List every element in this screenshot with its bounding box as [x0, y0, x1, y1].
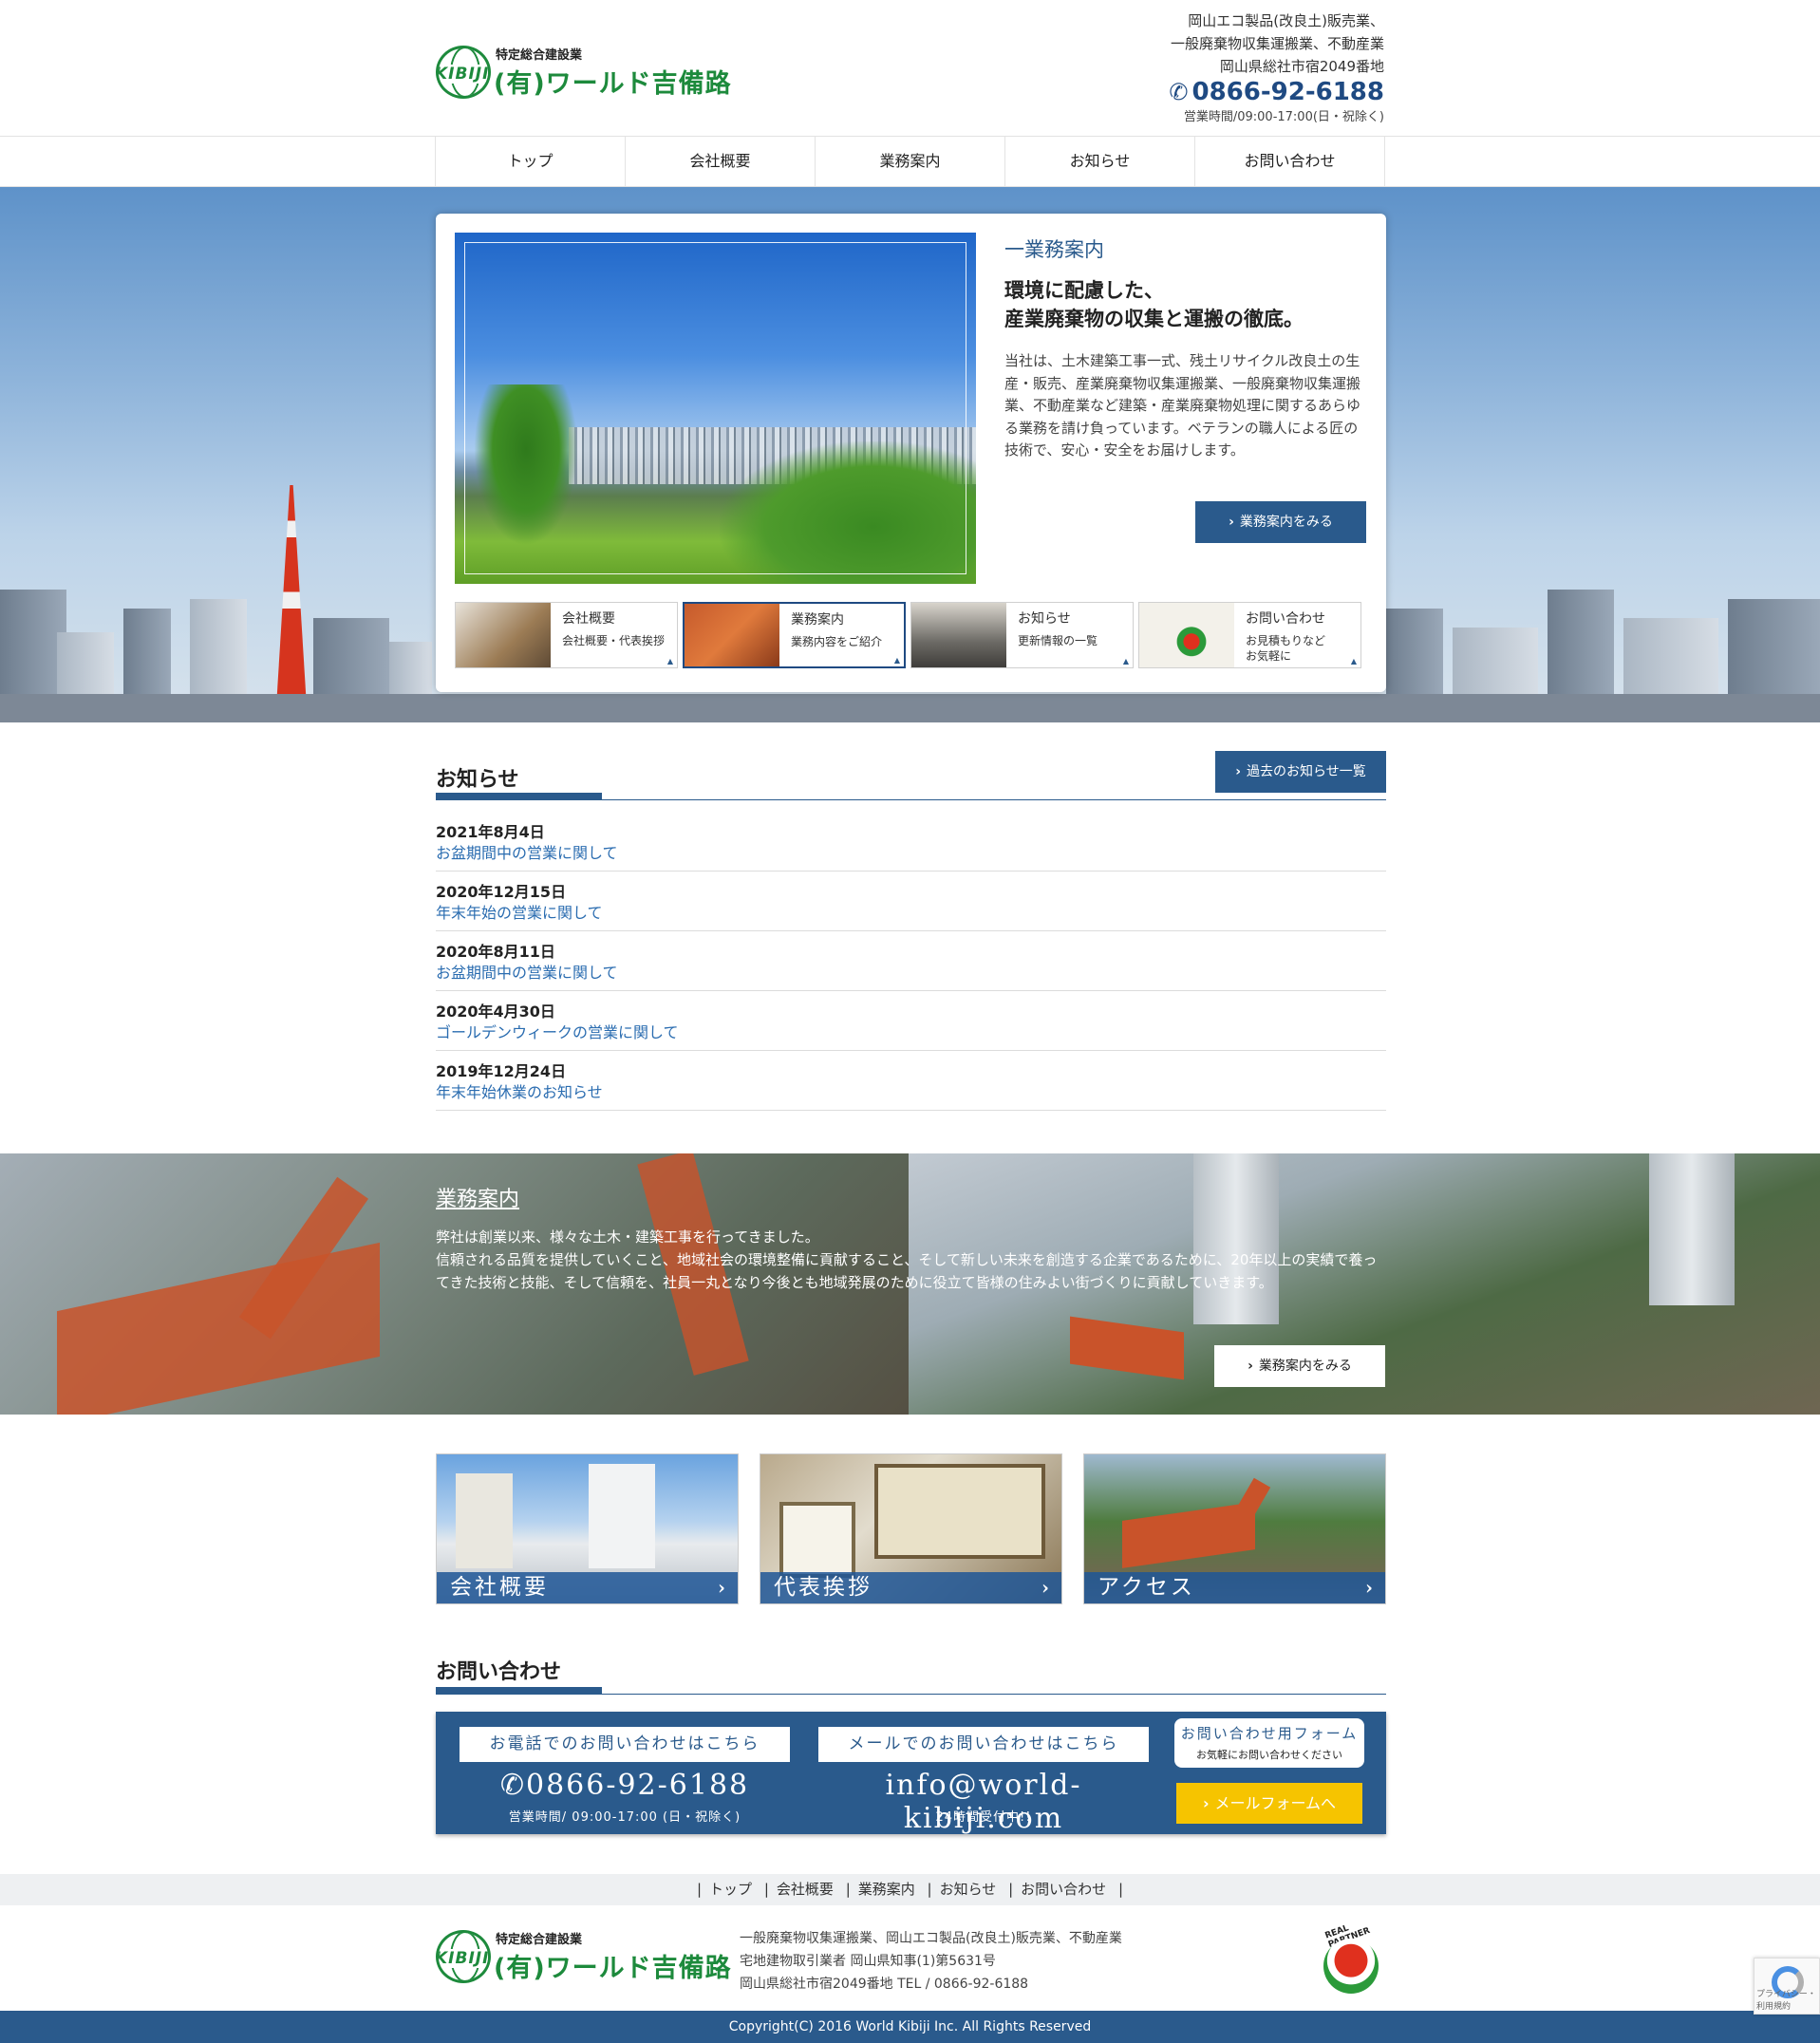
title-underline: [436, 1687, 1386, 1695]
news-link[interactable]: お盆期間中の営業に関して: [436, 844, 618, 862]
triangle-icon: ▲: [893, 656, 900, 665]
globe-icon: KIBIJI: [436, 46, 491, 99]
quick-links: 会社概要 会社概要・代表挨拶 ▲ 業務案内 業務内容をご紹介 ▲ お知らせ 更新情報の…: [455, 602, 1361, 668]
contact-section: お問い合わせ お電話でのお問い合わせはこちら ✆0866-92-6188 営業時…: [436, 1655, 1386, 1835]
site-logo[interactable]: KIBIJI 特定総合建設業 (有)ワールド吉備路: [436, 45, 732, 100]
title-underline: [436, 793, 1386, 800]
triangle-icon: ▲: [666, 657, 673, 665]
triangle-icon: ▲: [1350, 657, 1357, 665]
news-item: 2020年8月11日 お盆期間中の営業に関して: [436, 931, 1386, 991]
tile-company[interactable]: 会社概要 ›: [436, 1453, 739, 1604]
real-partner-badge: REAL PARTNER: [1318, 1921, 1384, 1997]
contact-title: お問い合わせ: [436, 1659, 562, 1684]
news-item: 2019年12月24日 年末年始休業のお知らせ: [436, 1051, 1386, 1111]
bird-logo-icon: [1323, 1939, 1379, 1994]
quick-link-service[interactable]: 業務案内 業務内容をご紹介 ▲: [683, 602, 906, 668]
service-banner-button[interactable]: › 業務案内をみる: [1214, 1345, 1385, 1387]
footer-nav-contact[interactable]: お問い合わせ: [1021, 1881, 1106, 1898]
phone-label: お電話でのお問い合わせはこちら: [460, 1727, 790, 1762]
phone-hours: 営業時間/ 09:00-17:00 (日・祝除く): [508, 1810, 741, 1825]
intro-lead: 環境に配慮した、 産業廃棄物の収集と運搬の徹底。: [1004, 278, 1304, 330]
chevron-right-icon: ›: [1202, 1794, 1210, 1812]
quick-link-company[interactable]: 会社概要 会社概要・代表挨拶 ▲: [455, 602, 678, 668]
news-item: 2020年12月15日 年末年始の営業に関して: [436, 872, 1386, 931]
nav-item-service[interactable]: 業務案内: [816, 137, 1005, 186]
footer-nav-top[interactable]: トップ: [709, 1881, 752, 1898]
phone-icon: ✆: [1169, 79, 1189, 105]
form-label: お問い合わせ用フォーム お気軽にお問い合わせください: [1174, 1718, 1364, 1768]
chevron-right-icon: ›: [718, 1576, 728, 1599]
quick-link-contact[interactable]: お問い合わせ お見積もりなど お気軽に ▲: [1138, 602, 1361, 668]
globe-icon: KIBIJI: [436, 1930, 491, 1983]
nav-item-contact[interactable]: お問い合わせ: [1195, 137, 1385, 186]
global-nav: トップ 会社概要 業務案内 お知らせ お問い合わせ: [0, 136, 1820, 187]
footer-nav-service[interactable]: 業務案内: [858, 1881, 915, 1898]
chevron-right-icon: ›: [1365, 1576, 1376, 1599]
news-archive-button[interactable]: › 過去のお知らせ一覧: [1215, 751, 1386, 793]
footer-nav-news[interactable]: お知らせ: [940, 1881, 997, 1898]
tile-access[interactable]: アクセス ›: [1083, 1453, 1386, 1604]
header-info: 岡山エコ製品(改良土)販売業、 一般廃棄物収集運搬業、不動産業 岡山県総社市宿2…: [1169, 9, 1384, 129]
news-title: お知らせ: [436, 767, 519, 792]
site-header: KIBIJI 特定総合建設業 (有)ワールド吉備路 岡山エコ製品(改良土)販売業…: [0, 0, 1820, 136]
contact-box: お電話でのお問い合わせはこちら ✆0866-92-6188 営業時間/ 09:0…: [436, 1712, 1386, 1835]
news-section: お知らせ › 過去のお知らせ一覧 2021年8月4日 お盆期間中の営業に関して 2…: [436, 751, 1386, 1111]
news-link[interactable]: お盆期間中の営業に関して: [436, 964, 618, 982]
nav-item-company[interactable]: 会社概要: [626, 137, 816, 186]
mail-hours: 24時間受付中!!: [935, 1810, 1032, 1825]
footer-info: 一般廃棄物収集運搬業、岡山エコ製品(改良土)販売業、不動産業 宅地建物取引業者 …: [740, 1931, 1122, 1992]
news-link[interactable]: 年末年始休業のお知らせ: [436, 1083, 603, 1101]
feature-tiles: 会社概要 › 代表挨拶 › アクセス ›: [436, 1453, 1386, 1604]
chevron-right-icon: ›: [1041, 1576, 1052, 1599]
chevron-right-icon: ›: [1229, 515, 1234, 530]
service-title[interactable]: 業務案内: [436, 1182, 519, 1212]
quick-link-news[interactable]: お知らせ 更新情報の一覧 ▲: [910, 602, 1134, 668]
phone-icon: ✆: [499, 1769, 526, 1802]
intro-section-label: 一業務案内: [1004, 238, 1104, 261]
news-link[interactable]: 年末年始の営業に関して: [436, 904, 603, 922]
contact-mail[interactable]: info@world-kibiji.com: [818, 1769, 1149, 1835]
news-item: 2020年4月30日 ゴールデンウィークの営業に関して: [436, 991, 1386, 1051]
service-button[interactable]: › 業務案内をみる: [1195, 501, 1366, 543]
footer-logo[interactable]: KIBIJI 特定総合建設業 (有)ワールド吉備路: [436, 1929, 732, 1984]
news-link[interactable]: ゴールデンウィークの営業に関して: [436, 1023, 679, 1041]
mail-form-button[interactable]: › メールフォームへ: [1176, 1783, 1362, 1824]
mail-label: メールでのお問い合わせはこちら: [818, 1727, 1149, 1762]
landscape-photo: [455, 233, 976, 584]
intro-card: 一業務案内 環境に配慮した、 産業廃棄物の収集と運搬の徹底。 当社は、土木建築工…: [436, 214, 1386, 692]
news-item: 2021年8月4日 お盆期間中の営業に関して: [436, 812, 1386, 872]
header-hours: 営業時間/09:00-17:00(日・祝除く): [1183, 110, 1384, 124]
chevron-right-icon: ›: [1248, 1359, 1253, 1374]
footer-nav-company[interactable]: 会社概要: [777, 1881, 834, 1898]
copyright: Copyright(C) 2016 World Kibiji Inc. All …: [0, 2011, 1820, 2043]
logo-subtitle: 特定総合建設業: [496, 48, 583, 63]
service-banner: 業務案内 弊社は創業以来、様々な土木・建築工事を行ってきました。 信頼される品質…: [0, 1153, 1820, 1415]
service-text: 弊社は創業以来、様々な土木・建築工事を行ってきました。 信頼される品質を提供して…: [436, 1228, 1378, 1291]
logo-name: (有)ワールド吉備路: [494, 69, 732, 99]
nav-item-news[interactable]: お知らせ: [1005, 137, 1195, 186]
hero-section: 一業務案内 環境に配慮した、 産業廃棄物の収集と運搬の徹底。 当社は、土木建築工…: [0, 187, 1820, 722]
intro-text: 当社は、土木建築工事一式、残土リサイクル改良土の生産・販売、産業廃棄物収集運搬業…: [1004, 352, 1361, 459]
nav-item-top[interactable]: トップ: [436, 137, 626, 186]
header-tel[interactable]: ✆ 0866-92-6188: [1169, 78, 1384, 106]
recaptcha-badge[interactable]: プライバシー・利用規約: [1754, 1958, 1820, 2015]
triangle-icon: ▲: [1122, 657, 1129, 665]
chevron-right-icon: ›: [1235, 764, 1242, 779]
footer-nav: | トップ | 会社概要 | 業務案内 | お知らせ | お問い合わせ |: [0, 1874, 1820, 1905]
tile-greeting[interactable]: 代表挨拶 ›: [760, 1453, 1062, 1604]
contact-phone[interactable]: ✆0866-92-6188: [460, 1769, 790, 1802]
